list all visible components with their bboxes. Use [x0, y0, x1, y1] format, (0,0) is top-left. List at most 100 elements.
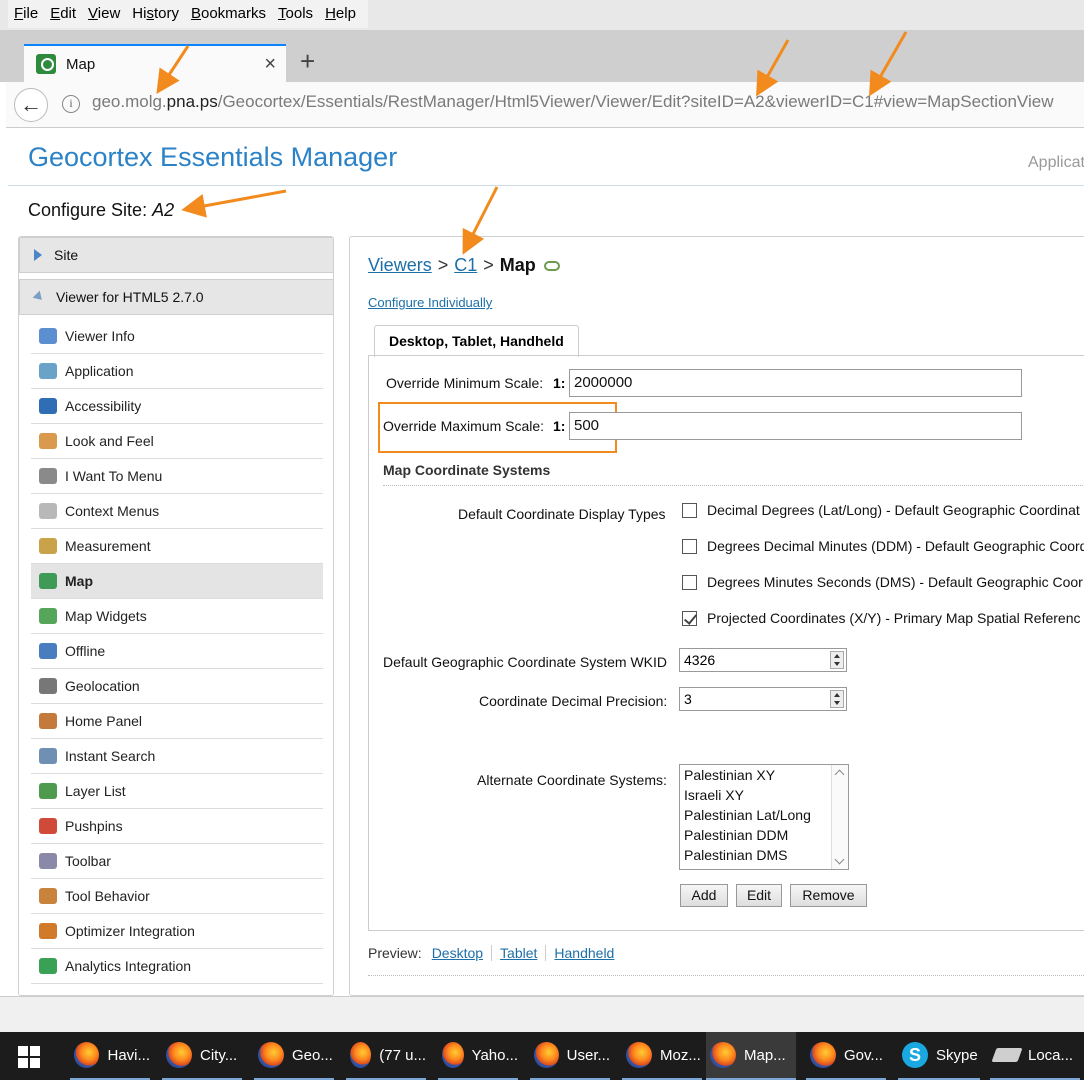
display-type-checkbox[interactable]: [682, 503, 697, 518]
sidebar-item-viewer-info[interactable]: Viewer Info: [31, 319, 323, 354]
taskbar-item[interactable]: Geo...: [254, 1032, 334, 1080]
menu-list: File Edit View History Bookmarks Tools H…: [8, 0, 368, 28]
sidebar-item-label: Map Widgets: [65, 608, 147, 624]
sidebar-item-context-menus[interactable]: Context Menus: [31, 494, 323, 529]
listbox-scrollbar[interactable]: [831, 765, 848, 869]
section-divider: [383, 485, 1084, 486]
ruler-icon: [39, 538, 57, 554]
wkid-spinner[interactable]: 4326: [679, 648, 847, 672]
sidebar-item-label: Map: [65, 573, 93, 589]
sidebar-item-optimizer-integration[interactable]: Optimizer Integration: [31, 914, 323, 949]
sidebar-item-tool-behavior[interactable]: Tool Behavior: [31, 879, 323, 914]
url-host: pna.ps: [166, 92, 218, 111]
sidebar-item-map[interactable]: Map: [31, 564, 323, 599]
taskbar-item[interactable]: Gov...: [806, 1032, 886, 1080]
preview-divider: [368, 975, 1084, 976]
address-bar[interactable]: geo.molg.pna.ps/Geocortex/Essentials/Res…: [92, 92, 1053, 112]
expand-right-icon: [34, 249, 42, 261]
display-type-checkbox[interactable]: [682, 575, 697, 590]
sidebar-item-layer-list[interactable]: Layer List: [31, 774, 323, 809]
taskbar-item[interactable]: (77 u...: [346, 1032, 426, 1080]
firefox-icon: [534, 1042, 559, 1068]
menu-history[interactable]: History: [126, 0, 185, 28]
list-item[interactable]: Palestinian DMS: [680, 845, 848, 865]
add-button[interactable]: Add: [680, 884, 728, 907]
sidebar-item-application[interactable]: Application: [31, 354, 323, 389]
header-nav-applications[interactable]: Applicat: [1028, 154, 1084, 172]
list-item[interactable]: Palestinian XY: [680, 765, 848, 785]
taskbar-item-label: Havi...: [107, 1046, 150, 1064]
configure-individually-link[interactable]: Configure Individually: [368, 295, 492, 310]
remove-button[interactable]: Remove: [790, 884, 867, 907]
spinner-arrows-icon[interactable]: [830, 651, 844, 669]
site-info-icon[interactable]: i: [62, 95, 80, 113]
browser-tab-map[interactable]: Map ×: [24, 44, 286, 82]
display-type-checkbox[interactable]: [682, 539, 697, 554]
sidebar-viewer-header[interactable]: Viewer for HTML5 2.7.0: [19, 279, 333, 315]
display-type-label: Projected Coordinates (X/Y) - Primary Ma…: [707, 610, 1081, 626]
sidebar-item-look-and-feel[interactable]: Look and Feel: [31, 424, 323, 459]
list-item[interactable]: Palestinian DDM: [680, 825, 848, 845]
max-scale-input[interactable]: 500: [569, 412, 1022, 440]
info-icon: [39, 328, 57, 344]
menu-view[interactable]: View: [82, 0, 126, 28]
taskbar-item[interactable]: Loca...: [990, 1032, 1080, 1080]
menu-bookmarks[interactable]: Bookmarks: [185, 0, 272, 28]
sidebar-item-i-want-to-menu[interactable]: I Want To Menu: [31, 459, 323, 494]
max-scale-label: Override Maximum Scale:: [383, 418, 545, 434]
taskbar-item[interactable]: Havi...: [70, 1032, 150, 1080]
edit-button[interactable]: Edit: [736, 884, 782, 907]
new-tab-icon[interactable]: +: [300, 48, 315, 74]
layers-icon: [39, 783, 57, 799]
sidebar-item-offline[interactable]: Offline: [31, 634, 323, 669]
taskbar-item[interactable]: Moz...: [622, 1032, 702, 1080]
sidebar-item-toolbar[interactable]: Toolbar: [31, 844, 323, 879]
taskbar-item[interactable]: Map...: [706, 1032, 796, 1080]
tab-desktop-tablet-handheld[interactable]: Desktop, Tablet, Handheld: [374, 325, 579, 357]
link-icon[interactable]: [543, 260, 560, 271]
sidebar-item-map-widgets[interactable]: Map Widgets: [31, 599, 323, 634]
sidebar-item-instant-search[interactable]: Instant Search: [31, 739, 323, 774]
sidebar-item-pushpins[interactable]: Pushpins: [31, 809, 323, 844]
taskbar-item-label: City...: [200, 1046, 238, 1064]
taskbar-item[interactable]: Yaho...: [438, 1032, 518, 1080]
sidebar-item-label: Offline: [65, 643, 106, 659]
preview-handheld-link[interactable]: Handheld: [545, 945, 622, 961]
sidebar-item-label: Pushpins: [65, 818, 123, 834]
offline-icon: [39, 643, 57, 659]
list-item[interactable]: Palestinian Lat/Long: [680, 805, 848, 825]
sidebar-item-geolocation[interactable]: Geolocation: [31, 669, 323, 704]
windows-start-icon[interactable]: [18, 1046, 40, 1068]
breadcrumb-viewers-link[interactable]: Viewers: [368, 255, 432, 276]
taskbar-item[interactable]: S Skype: [898, 1032, 980, 1080]
sidebar-item-home-panel[interactable]: Home Panel: [31, 704, 323, 739]
preview-tablet-link[interactable]: Tablet: [491, 945, 545, 961]
taskbar-item[interactable]: City...: [162, 1032, 242, 1080]
list-item[interactable]: Israeli XY: [680, 785, 848, 805]
display-type-checkbox[interactable]: [682, 611, 697, 626]
firefox-icon: [626, 1042, 652, 1068]
taskbar-item[interactable]: User...: [530, 1032, 610, 1080]
sidebar-item-accessibility[interactable]: Accessibility: [31, 389, 323, 424]
sidebar-item-label: Look and Feel: [65, 433, 154, 449]
menu-tools[interactable]: Tools: [272, 0, 319, 28]
menu-edit[interactable]: Edit: [44, 0, 82, 28]
sidebar-item-measurement[interactable]: Measurement: [31, 529, 323, 564]
back-button[interactable]: ←: [14, 88, 48, 122]
sidebar-item-label: Context Menus: [65, 503, 160, 519]
precision-spinner[interactable]: 3: [679, 687, 847, 711]
preview-desktop-link[interactable]: Desktop: [424, 945, 491, 961]
sidebar-site-header[interactable]: Site: [19, 237, 333, 273]
menu-file[interactable]: File: [8, 0, 44, 28]
firefox-icon: [74, 1042, 100, 1068]
menu-help[interactable]: Help: [319, 0, 362, 28]
sidebar-item-analytics-integration[interactable]: Analytics Integration: [31, 949, 323, 984]
close-tab-icon[interactable]: ×: [264, 54, 276, 74]
breadcrumb-viewer-link[interactable]: C1: [454, 255, 477, 276]
breadcrumb-current: Map: [499, 255, 536, 275]
spinner-arrows-icon[interactable]: [830, 690, 844, 708]
app-header: Geocortex Essentials Manager Applicat: [8, 128, 1084, 186]
min-scale-input[interactable]: 2000000: [569, 369, 1022, 397]
alt-systems-listbox[interactable]: Palestinian XY Israeli XY Palestinian La…: [679, 764, 849, 870]
pushpin-icon: [39, 818, 57, 834]
